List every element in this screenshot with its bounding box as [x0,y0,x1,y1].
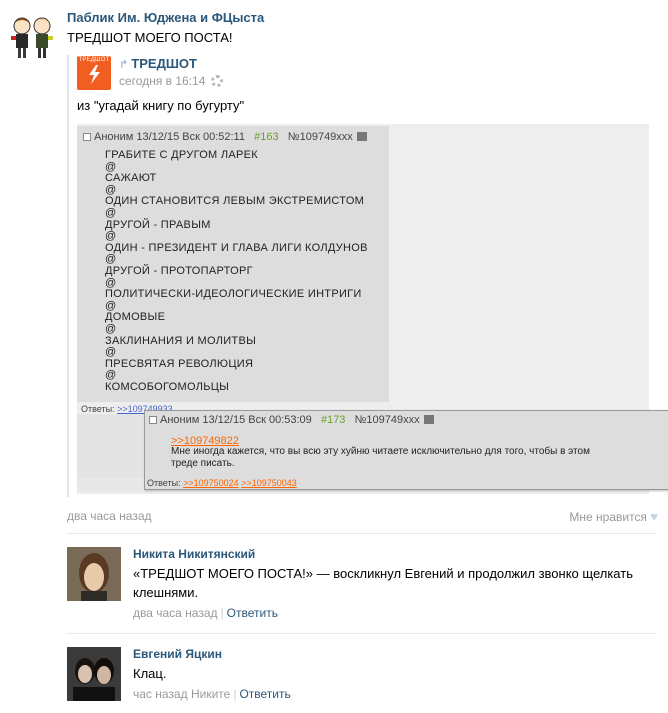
comment-author-link[interactable]: Никита Никитянский [133,547,255,561]
public-avatar[interactable] [8,12,56,60]
poem-line: ЗАКЛИНАНИЯ И МОЛИТВЫ [105,334,257,347]
poem-line: ДОМОВЫЕ [105,311,166,324]
comment-time-link[interactable]: два часа назад [133,606,218,620]
like-button[interactable]: Мне нравится ♥ [569,509,658,524]
poem-line: ДРУГОЙ - ПРАВЫМ [105,218,211,231]
reply-button[interactable]: Ответить [227,606,278,620]
meta-separator: | [233,687,237,701]
poem-line: ОДИН - ПРЕЗИДЕНТ И ГЛАВА ЛИГИ КОЛДУНОВ [105,241,368,254]
poem-line: ПОЛИТИЧЕСКИ-ИДЕОЛОГИЧЕСКИЕ ИНТРИГИ [105,288,362,301]
repost-source-link[interactable]: ↱ ТРЕДШОТ [119,56,197,71]
share-icon: ↱ [119,59,132,71]
comment-meta: два часа назад | Ответить [133,606,278,620]
board-popup-post-id: №109749xxx [354,414,420,426]
play-icon [423,415,434,424]
poem-line: ПРЕСВЯТАЯ РЕВОЛЮЦИЯ [105,357,254,370]
poem-line: САЖАЮТ [105,172,157,185]
board-popup-post: Аноним 13/12/15 Вск 00:53:09 #173 №10974… [144,410,668,490]
comment-avatar[interactable] [67,547,121,601]
board-main-post-id: №109749xxx [287,131,353,143]
comment-text: Клац. [133,666,167,681]
repost-logo-text: ТРЕДШОТ [78,57,110,63]
heart-icon: ♥ [650,509,658,524]
board-main-post-num: #163 [254,131,279,143]
comment-avatar[interactable] [67,647,121,701]
poem-line: @ [105,322,117,335]
comment-meta: час назад Никите | Ответить [133,687,291,701]
post-text: ТРЕДШОТ МОЕГО ПОСТА! [67,30,233,45]
meta-separator: | [220,606,224,620]
threadshot-image[interactable]: Аноним 13/12/15 Вск 00:52:11 #163 №10974… [77,124,668,494]
poem-line: @ [105,230,117,243]
divider [67,633,657,634]
repost-source-name: ТРЕДШОТ [131,56,197,71]
comment-time-link[interactable]: час назад [133,687,188,701]
board-main-post-header: Аноним 13/12/15 Вск 00:52:11 #163 №10974… [83,131,367,143]
checkbox-icon [83,133,91,141]
comment-text: «ТРЕДШОТ МОЕГО ПОСТА!» — воскликнул Евге… [133,566,633,600]
board-main-post-date: 13/12/15 Вск 00:52:11 [136,131,245,143]
board-popup-post-num: #173 [320,414,346,426]
poem-line: @ [105,206,117,219]
poem-line: КОМСОБОГОМОЛЬЦЫ [105,380,230,393]
replies-label: Ответы: [81,404,115,414]
checkbox-icon [149,416,157,424]
replies-label: Ответы: [147,478,181,488]
popup-post-body: Мне иногда кажется, что вы всю эту хуйню… [171,446,590,469]
poem-line: @ [105,346,117,359]
poem-line: ГРАБИТЕ С ДРУГОМ ЛАРЕК [105,149,259,161]
reply-link: >>109750024 [183,478,239,488]
post-time-link[interactable]: два часа назад [67,509,152,523]
poem-line: ОДИН СТАНОВИТСЯ ЛЕВЫМ ЭКСТРЕМИСТОМ [105,195,365,208]
board-main-post-body: ГРАБИТЕ С ДРУГОМ ЛАРЕК @ САЖАЮТ @ ОДИН С… [105,149,368,393]
gear-icon[interactable] [210,75,223,87]
play-icon [356,132,367,141]
repost-time[interactable]: сегодня в 16:14 [119,74,223,88]
board-hidden-post [77,478,147,492]
reply-link: >>109750043 [241,478,297,488]
reply-button[interactable]: Ответить [239,687,290,701]
repost-source-avatar[interactable]: ТРЕДШОТ [77,56,111,90]
public-name-link[interactable]: Паблик Им. Юджена и ФЦыста [67,10,264,25]
board-popup-post-replies: Ответы: >>109750024 >>109750043 [147,478,297,488]
board-popup-post-name: Аноним [160,414,200,426]
comment-author-link[interactable]: Евгений Яцкин [133,647,222,661]
board-main-post-name: Аноним [94,131,134,143]
divider [67,533,657,534]
board-popup-post-date: 13/12/15 Вск 00:53:09 [202,414,312,426]
repost-text: из "угадай книгу по бугурту" [77,98,245,113]
board-main-post: Аноним 13/12/15 Вск 00:52:11 #163 №10974… [77,126,389,402]
repost-divider [67,55,69,497]
board-hidden-post [77,414,147,484]
reply-to-link[interactable]: Никите [191,687,230,701]
repost-time-text: сегодня в 16:14 [119,74,206,88]
board-popup-post-header: Аноним 13/12/15 Вск 00:53:09 #173 №10974… [149,414,434,426]
poem-line: ДРУГОЙ - ПРОТОПАРТОРГ [105,264,253,277]
like-label: Мне нравится [569,510,647,524]
